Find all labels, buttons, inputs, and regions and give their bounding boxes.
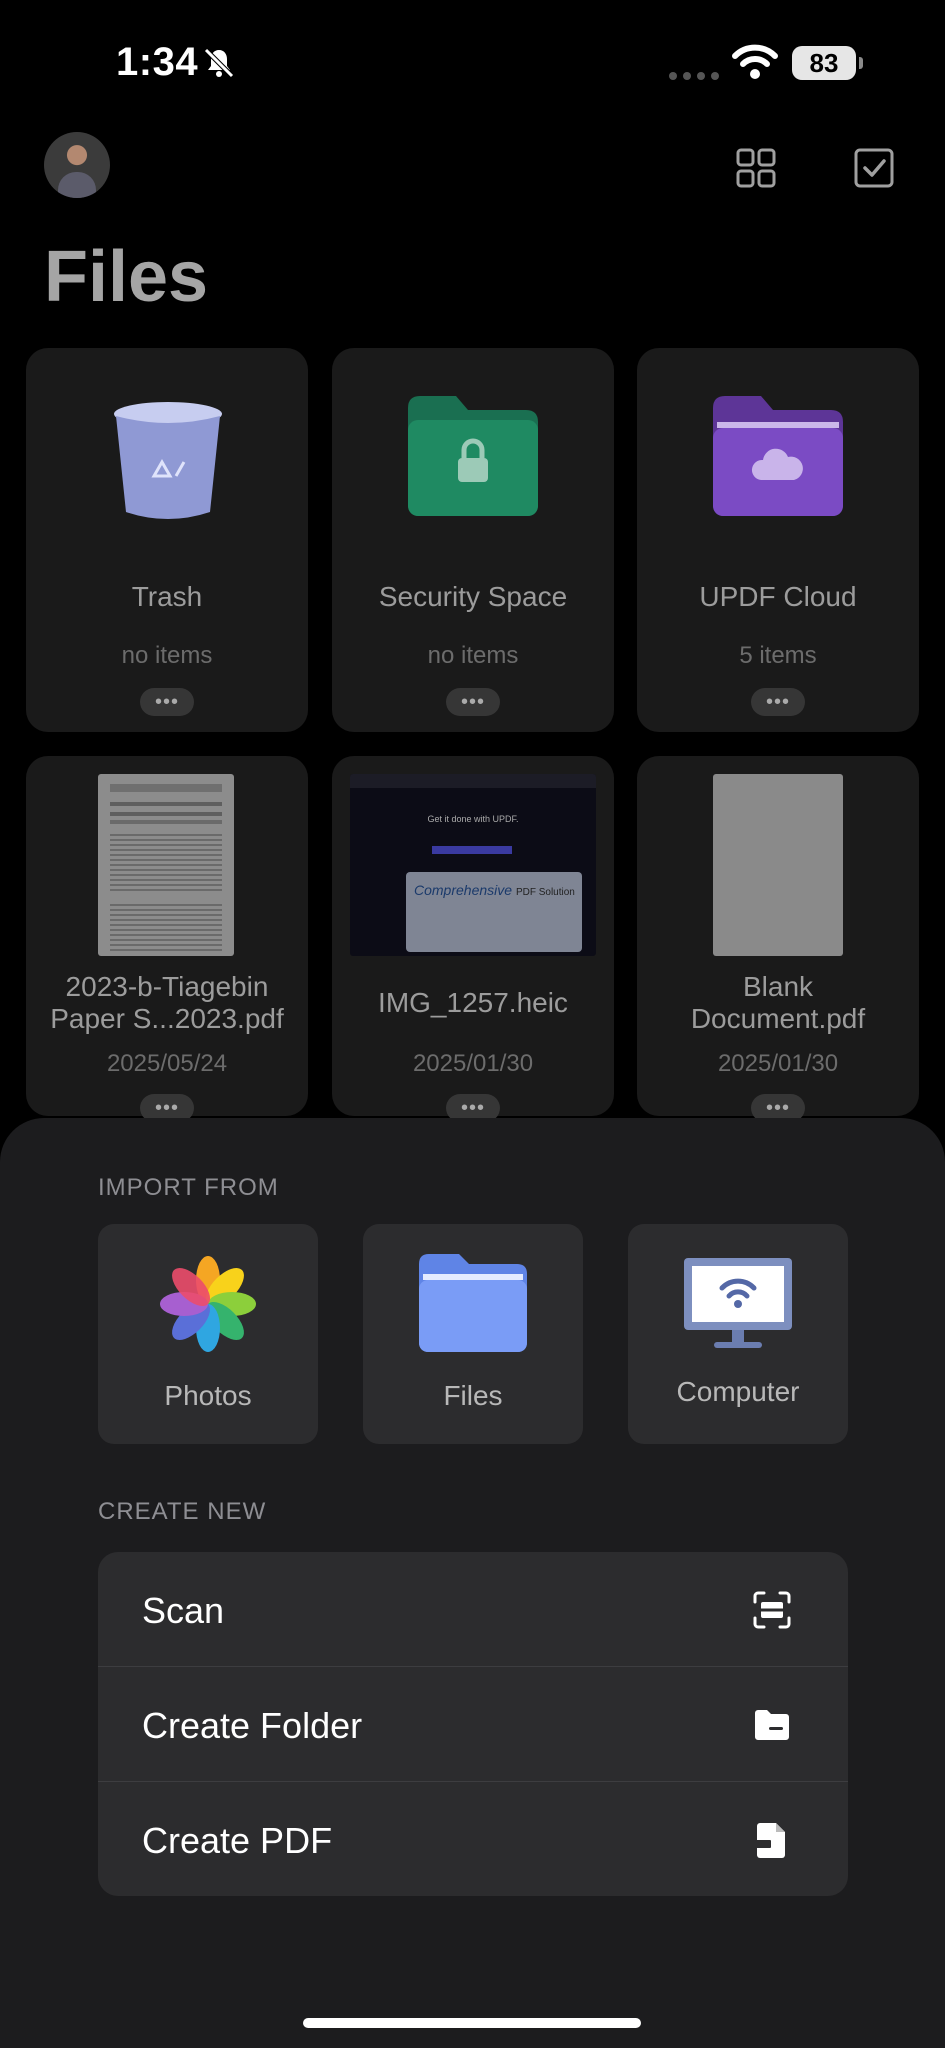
files-folder-icon xyxy=(419,1254,527,1357)
import-files-button[interactable]: Files xyxy=(363,1224,583,1444)
file-name-line1: 2023-b-Tiagebin xyxy=(65,971,269,1002)
file-tile-paper-pdf[interactable]: 2023-b-Tiagebin Paper S...2023.pdf 2025/… xyxy=(26,756,308,1122)
grid-icon xyxy=(736,148,776,188)
import-computer-button[interactable]: Computer xyxy=(628,1224,848,1444)
file-name-line1: Blank xyxy=(742,971,814,1002)
import-option-label: Photos xyxy=(164,1380,252,1411)
lock-folder-icon xyxy=(408,396,538,521)
add-bottom-sheet: IMPORT FROM Photos Files Computer CREATE… xyxy=(0,1118,945,2048)
page-title: Files xyxy=(44,237,209,317)
file-tile-img-heic[interactable]: Get it done with UPDF. Comprehensive PDF… xyxy=(332,756,614,1122)
folder-name: Security Space xyxy=(378,581,568,612)
folder-tile-trash[interactable]: Trash no items ••• xyxy=(26,348,308,732)
folder-meta: no items xyxy=(427,642,519,669)
create-folder-button[interactable]: Create Folder xyxy=(98,1667,848,1781)
folder-tile-updf-cloud[interactable]: UPDF Cloud 5 items ••• xyxy=(637,348,919,732)
wifi-icon xyxy=(732,44,778,85)
create-option-label: Create Folder xyxy=(142,1705,363,1746)
more-options-button[interactable]: ••• xyxy=(751,688,805,716)
select-button[interactable] xyxy=(846,140,902,196)
silent-bell-icon xyxy=(202,46,236,85)
file-date: 2025/01/30 xyxy=(412,1050,534,1077)
thumb-banner-script: Comprehensive xyxy=(414,882,513,898)
home-indicator[interactable] xyxy=(303,2018,641,2028)
file-date: 2025/05/24 xyxy=(106,1050,228,1077)
folder-tile-security-space[interactable]: Security Space no items ••• xyxy=(332,348,614,732)
status-bar: 1:34 83 xyxy=(0,0,945,120)
import-photos-button[interactable]: Photos xyxy=(98,1224,318,1444)
file-date: 2025/01/30 xyxy=(717,1050,839,1077)
create-option-label: Create PDF xyxy=(142,1820,333,1861)
thumb-banner-rest: PDF Solution xyxy=(515,887,575,898)
file-tile-blank-pdf[interactable]: Blank Document.pdf 2025/01/30 ••• xyxy=(637,756,919,1122)
document-icon xyxy=(752,1820,792,1860)
computer-wifi-icon xyxy=(684,1258,792,1355)
photos-icon xyxy=(156,1252,260,1361)
folder-name: UPDF Cloud xyxy=(699,581,857,612)
create-option-label: Scan xyxy=(142,1590,225,1631)
scan-icon xyxy=(752,1590,792,1630)
folder-meta: no items xyxy=(121,642,213,669)
file-name-line1: IMG_1257.heic xyxy=(378,987,568,1018)
grid-view-button[interactable] xyxy=(728,140,784,196)
cloud-folder-icon xyxy=(713,396,843,521)
status-time: 1:34 xyxy=(116,40,199,84)
file-name-line2: Paper S...2023.pdf xyxy=(50,1003,284,1034)
thumb-headline: Get it done with UPDF. xyxy=(427,814,519,824)
import-section-label: IMPORT FROM xyxy=(98,1174,279,1201)
file-name-line2: Document.pdf xyxy=(690,1003,866,1034)
folder-meta: 5 items xyxy=(739,642,817,669)
pdf-thumbnail xyxy=(98,774,234,956)
user-avatar[interactable] xyxy=(44,132,110,198)
folder-name: Trash xyxy=(131,581,203,612)
create-pdf-button[interactable]: Create PDF xyxy=(98,1782,848,1896)
import-option-label: Computer xyxy=(676,1376,800,1407)
more-options-button[interactable]: ••• xyxy=(140,688,194,716)
import-option-label: Files xyxy=(443,1380,503,1411)
create-section-label: CREATE NEW xyxy=(98,1498,267,1525)
more-options-button[interactable]: ••• xyxy=(446,688,500,716)
create-new-list: Scan Create Folder Create PDF xyxy=(98,1552,848,1896)
trash-bin-icon xyxy=(112,400,224,529)
battery-indicator: 83 xyxy=(792,46,863,80)
checkbox-icon xyxy=(854,148,894,188)
folder-icon xyxy=(752,1705,792,1745)
scan-button[interactable]: Scan xyxy=(98,1552,848,1666)
signal-dots-icon xyxy=(668,68,720,86)
blank-pdf-thumbnail xyxy=(713,774,843,956)
image-thumbnail: Get it done with UPDF. Comprehensive PDF… xyxy=(350,774,596,956)
